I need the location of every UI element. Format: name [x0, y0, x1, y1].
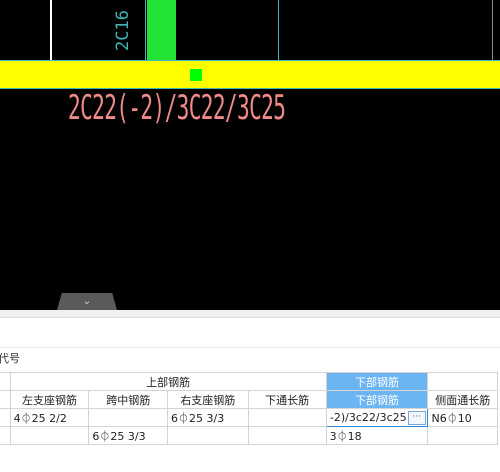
cell-bottom-through[interactable]: [247, 426, 327, 445]
table-group-header-row: 上部钢筋 下部钢筋: [0, 372, 498, 391]
row-gutter: [0, 408, 11, 427]
header-spacer: [0, 372, 11, 391]
bottom-rebar-input[interactable]: 2C22(-2)/3c22/3c25: [330, 411, 407, 424]
cyan-axis-line-right: [278, 0, 279, 60]
chevron-down-icon: ⌄: [82, 296, 92, 307]
table-row[interactable]: 4⏀25 2/2 6⏀25 3/3 2C22(-2)/3c22/3c25··· …: [0, 408, 498, 427]
header-spacer: [0, 390, 11, 409]
panel-splitter[interactable]: [0, 310, 500, 318]
column-header-left-support[interactable]: 左支座钢筋: [9, 390, 90, 409]
cell-side-through[interactable]: [427, 426, 498, 445]
white-axis-line: [50, 0, 52, 60]
rebar-table: 上部钢筋 下部钢筋 左支座钢筋 跨中钢筋 右支座钢筋 下通长筋 下部钢筋 侧面通…: [0, 372, 498, 445]
cell-right-support[interactable]: 6⏀25 3/3: [167, 408, 249, 427]
column-rebar-label[interactable]: 2C16: [103, 4, 143, 58]
panel-toolbar: [0, 318, 500, 348]
cad-viewport[interactable]: 2C16 2C22(-2)/3C22/3C25 ⌄: [0, 0, 500, 310]
column-header-bottom-rebar[interactable]: 下部钢筋: [325, 390, 429, 409]
rebar-property-panel: 代号 上部钢筋 下部钢筋 左支座钢筋 跨中钢筋 右支座钢筋 下通长筋 下部钢筋 …: [0, 310, 500, 472]
column-header-mid-span[interactable]: 跨中钢筋: [88, 390, 169, 409]
cell-bottom-rebar[interactable]: 3⏀18: [325, 426, 429, 445]
column-header-side-through[interactable]: 侧面通长筋: [427, 390, 498, 409]
row-gutter: [0, 426, 11, 445]
cell-bottom-rebar-editing[interactable]: 2C22(-2)/3c22/3c25···: [325, 408, 429, 427]
group-header-upper-rebar: 上部钢筋: [9, 372, 327, 391]
beam-rebar-annotation[interactable]: 2C22(-2)/3C22/3C25: [68, 88, 286, 128]
cell-mid-span[interactable]: [88, 408, 169, 427]
table-row[interactable]: 6⏀25 3/3 3⏀18: [0, 426, 498, 445]
collapse-panel-button[interactable]: ⌄: [57, 293, 117, 310]
cell-mid-span[interactable]: 6⏀25 3/3: [88, 426, 169, 445]
cell-left-support[interactable]: [9, 426, 90, 445]
column-header-code: 代号: [0, 352, 20, 365]
group-header-lower-rebar: 下部钢筋: [325, 372, 429, 391]
cell-side-through[interactable]: N6⏀10: [427, 408, 498, 427]
cyan-axis-line-left: [145, 0, 146, 60]
cell-bottom-through[interactable]: [247, 408, 327, 427]
group-header-spacer: [427, 372, 498, 391]
column-header-right-support[interactable]: 右支座钢筋: [167, 390, 249, 409]
column-element[interactable]: [147, 0, 176, 60]
more-options-button[interactable]: ···: [407, 410, 426, 425]
white-axis-line-right: [492, 0, 493, 60]
cell-right-support[interactable]: [167, 426, 249, 445]
grip-point-marker[interactable]: [190, 69, 202, 81]
column-header-bottom-through[interactable]: 下通长筋: [247, 390, 327, 409]
table-column-header-row: 左支座钢筋 跨中钢筋 右支座钢筋 下通长筋 下部钢筋 侧面通长筋: [0, 390, 498, 409]
beam-element[interactable]: [0, 60, 500, 89]
cell-left-support[interactable]: 4⏀25 2/2: [9, 408, 90, 427]
